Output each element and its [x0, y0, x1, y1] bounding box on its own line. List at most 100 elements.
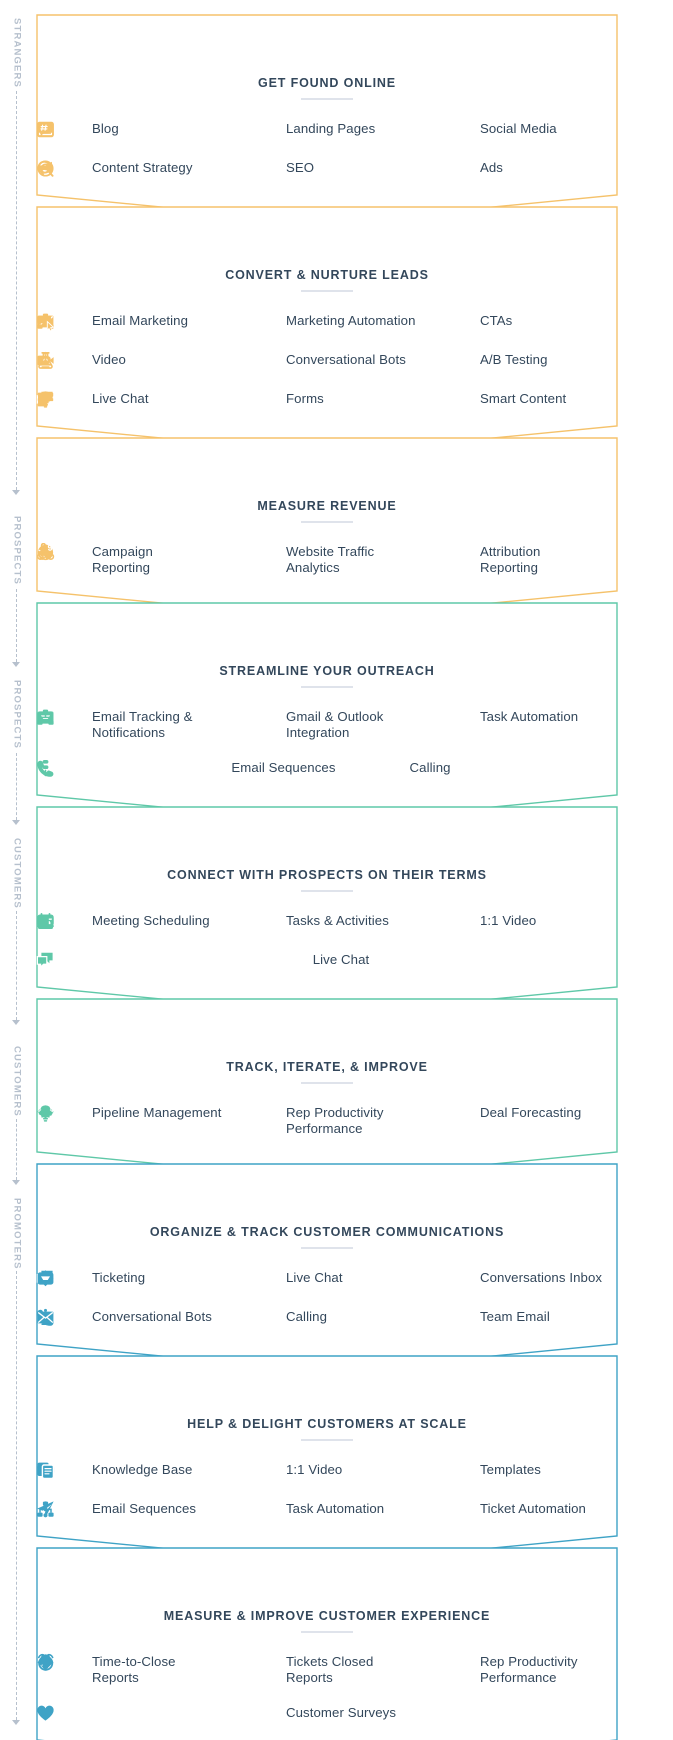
feature-item[interactable]: Task Automation — [37, 1500, 424, 1519]
feature-label: Team Email — [479, 1309, 550, 1324]
feature-label: CTAs — [479, 313, 513, 328]
inbox-icon — [37, 1269, 471, 1288]
section-title: ORGANIZE & TRACK CUSTOMER COMMUNICATIONS — [149, 1225, 505, 1239]
feature-item[interactable]: Team Email — [37, 1308, 618, 1327]
feature-item[interactable]: Landing Pages — [37, 120, 424, 139]
feature-label: Rep Productivity Performance — [479, 1654, 578, 1685]
feature-item[interactable]: Campaign Reporting — [36, 543, 230, 576]
funnel-section-track-iterate-improve: TRACK, ITERATE, & IMPROVE Pipeline Manage… — [36, 998, 618, 1181]
feature-item[interactable]: SEO — [37, 159, 424, 178]
rail-arrow-icon — [11, 1020, 20, 1025]
section-item-row: Blog Landing Pages Social Media — [36, 120, 618, 139]
feature-item[interactable]: Deal Forecasting — [37, 1104, 618, 1137]
megaphone-icon — [38, 159, 471, 178]
feature-label: Blog — [92, 121, 119, 136]
feature-label: Live Chat — [92, 391, 149, 406]
feature-item[interactable]: Email Marketing — [36, 312, 230, 331]
graduation-cap-icon — [37, 1461, 83, 1480]
section-title: CONNECT WITH PROSPECTS ON THEIR TERMS — [167, 868, 487, 882]
feature-item[interactable]: Live Chat — [36, 951, 370, 970]
feature-item[interactable]: Knowledge Base — [36, 1461, 230, 1480]
feature-label: Smart Content — [479, 391, 567, 406]
feature-label: Forms — [285, 391, 324, 406]
feature-label: Content Strategy — [92, 160, 193, 175]
feature-item[interactable]: Email Sequences — [36, 1500, 230, 1519]
feature-item[interactable]: Task Automation — [37, 708, 618, 741]
rail-stage-prospects-2: PROSPECTS — [0, 676, 34, 830]
feature-item[interactable]: Gmail & Outlook Integration — [37, 708, 424, 741]
section-item-row: Pipeline Management Rep Productivity Perf… — [36, 1104, 618, 1137]
envelope-icon — [37, 1308, 471, 1327]
feature-item[interactable]: A/B Testing — [38, 351, 618, 370]
rail-dashed-line — [16, 588, 17, 662]
feature-item[interactable]: Conversations Inbox — [37, 1269, 618, 1288]
feature-item[interactable]: Smart Content — [40, 390, 618, 409]
feature-item[interactable]: 1:1 Video — [37, 912, 618, 931]
feature-item[interactable]: Email Tracking & Notifications — [36, 708, 230, 741]
rail-arrow-icon — [11, 1180, 20, 1185]
chart-bars-icon — [39, 543, 277, 562]
feature-item[interactable]: Attribution Reporting — [37, 543, 618, 576]
feature-item[interactable]: Forms — [37, 390, 424, 409]
feature-label: Task Automation — [285, 1501, 385, 1516]
feature-item[interactable]: Tickets Closed Reports — [37, 1653, 424, 1686]
lightbulb-icon — [40, 390, 471, 409]
funnel-section-help-delight-customers: HELP & DELIGHT CUSTOMERS AT SCALE Knowled… — [36, 1355, 618, 1565]
ticket-icon — [37, 1269, 83, 1288]
feature-item[interactable]: Social Media — [38, 120, 618, 139]
feature-label: Attribution Reporting — [479, 544, 541, 575]
feature-item[interactable]: 1:1 Video — [37, 1461, 424, 1480]
feature-item[interactable]: Customer Surveys — [37, 1704, 396, 1723]
section-item-row: Email Marketing Marketing Automation CTAs — [36, 312, 618, 331]
feature-item[interactable]: Pipeline Management — [36, 1104, 230, 1137]
calendar-icon — [38, 912, 83, 931]
feature-item[interactable]: Ads — [38, 159, 618, 178]
feature-item[interactable]: Website Traffic Analytics — [39, 543, 424, 576]
feature-item[interactable]: Live Chat — [36, 1269, 424, 1288]
feature-item[interactable]: Content Strategy — [36, 159, 230, 178]
feature-label: 1:1 Video — [479, 913, 537, 928]
section-title: STREAMLINE YOUR OUTREACH — [219, 664, 435, 678]
title-divider — [301, 1082, 353, 1084]
feature-item[interactable]: Tasks & Activities — [37, 912, 424, 931]
section-title: CONVERT & NURTURE LEADS — [225, 268, 429, 282]
feature-label: Landing Pages — [285, 121, 376, 136]
feature-label: Tickets Closed Reports — [285, 1654, 374, 1685]
feature-item[interactable]: Calling — [37, 1308, 424, 1327]
feature-item[interactable]: Live Chat — [36, 390, 230, 409]
feature-label: Video — [92, 352, 126, 367]
feature-label: Calling — [409, 760, 451, 775]
feature-item[interactable]: Rep Productivity Performance — [40, 1653, 618, 1686]
feature-item[interactable]: Ticketing — [36, 1269, 230, 1288]
feature-item[interactable]: Templates — [37, 1461, 618, 1480]
phone-icon — [37, 1308, 277, 1327]
title-divider — [301, 686, 353, 688]
feature-item[interactable]: Conversational Bots — [39, 351, 424, 370]
feature-item[interactable]: Time-to-Close Reports — [36, 1653, 230, 1686]
exclamation-icon — [43, 1500, 471, 1519]
feature-label: Templates — [479, 1462, 541, 1477]
landing-pages-icon — [37, 120, 277, 139]
robot-icon — [39, 1308, 83, 1327]
feature-item[interactable]: Blog — [36, 120, 230, 139]
feature-item[interactable]: Email Sequences — [42, 759, 381, 778]
feature-item[interactable]: CTAs — [37, 312, 618, 331]
section-item-row: Conversational Bots Calling Team Email — [36, 1308, 618, 1327]
workflow-icon — [37, 708, 471, 727]
section-title: TRACK, ITERATE, & IMPROVE — [226, 1060, 428, 1074]
inbox-icon — [37, 708, 277, 727]
section-item-row: Email Sequences Calling — [36, 759, 618, 778]
feature-item[interactable]: Marketing Automation — [37, 312, 424, 331]
feature-label: Knowledge Base — [92, 1462, 193, 1477]
feature-item[interactable]: Ticket Automation — [43, 1500, 618, 1519]
feature-item[interactable]: Conversational Bots — [36, 1308, 230, 1327]
funnel-section-measure-improve-customer-experience: MEASURE & IMPROVE CUSTOMER EXPERIENCE Tim… — [36, 1547, 618, 1740]
section-item-row: Time-to-Close Reports Tickets Closed Repo… — [36, 1653, 618, 1686]
feature-item[interactable]: Calling — [37, 759, 451, 778]
rail-dashed-line — [16, 752, 17, 820]
feature-label: Social Media — [479, 121, 557, 136]
feature-item[interactable]: Meeting Scheduling — [36, 912, 230, 931]
feature-item[interactable]: Rep Productivity Performance — [40, 1104, 424, 1137]
feature-item[interactable]: Video — [36, 351, 230, 370]
section-item-row: Email Sequences Task Automation Ticket Aut… — [36, 1500, 618, 1519]
